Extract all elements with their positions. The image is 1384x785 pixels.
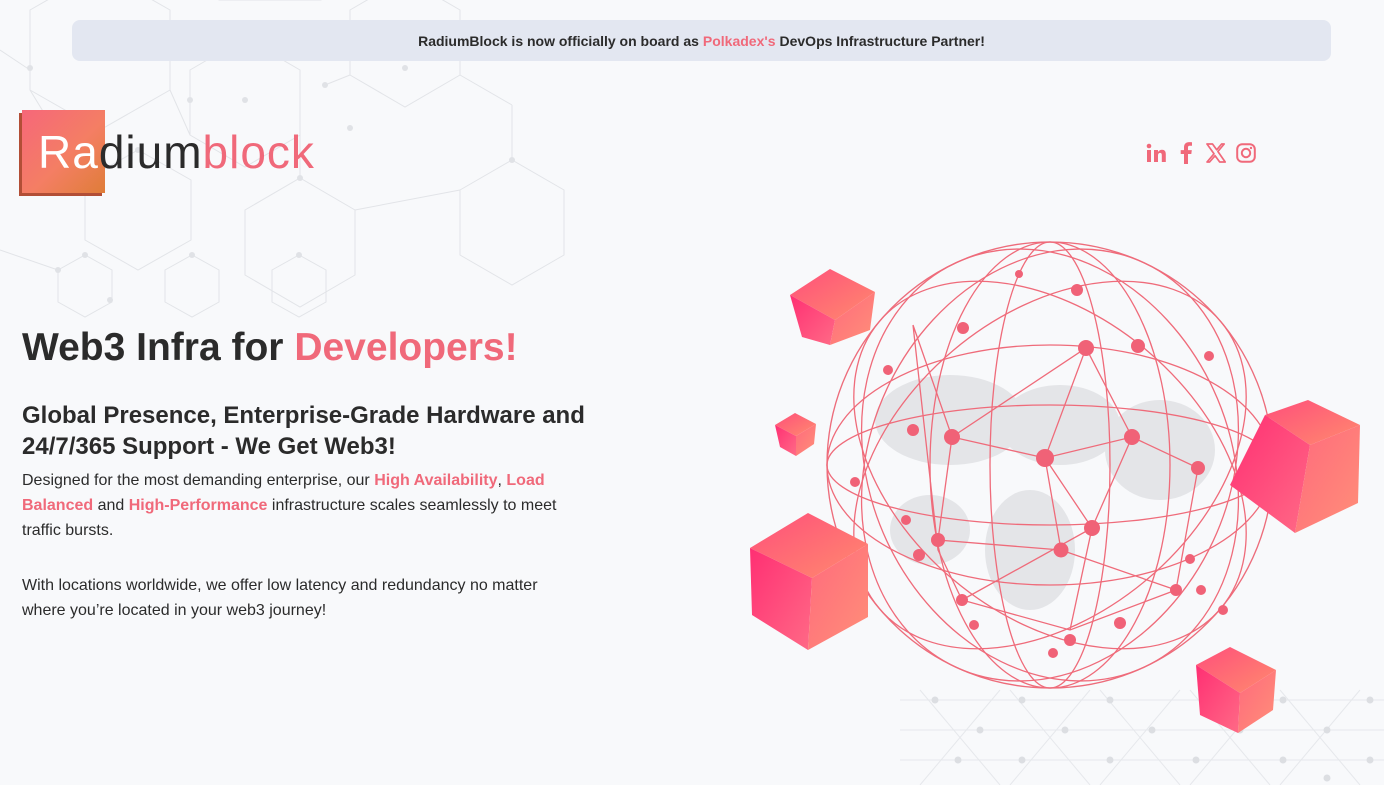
cube-bottom-right [1196, 647, 1276, 733]
social-links [1145, 141, 1257, 165]
facebook-icon[interactable] [1175, 141, 1197, 165]
cube-top-left [790, 269, 875, 345]
instagram-icon[interactable] [1235, 141, 1257, 165]
logo-part-block: block [202, 126, 315, 178]
logo-part-ra: Ra [38, 126, 99, 178]
cube-right [1230, 400, 1360, 533]
x-icon[interactable] [1205, 141, 1227, 165]
cube-small-left [775, 413, 816, 456]
desc-separator: , [497, 472, 502, 489]
desc-highlight-availability: High Availability [374, 472, 498, 489]
linkedin-icon[interactable] [1145, 141, 1167, 165]
desc-text-and: and [97, 497, 125, 514]
hero-title-prefix: Web3 Infra for [22, 326, 284, 369]
logo-part-dium: dium [98, 126, 203, 178]
banner-text-prefix: RadiumBlock is now officially on board a… [418, 32, 699, 49]
banner-text-suffix: DevOps Infrastructure Partner! [779, 32, 985, 49]
hero-locations-text: With locations worldwide, we offer low l… [22, 577, 538, 619]
world-map-dots [875, 375, 1215, 610]
logo-wordmark: Radiumblock [38, 124, 315, 180]
hero-description: Designed for the most demanding enterpri… [22, 468, 582, 543]
banner-polkadex-link[interactable]: Polkadex's [703, 33, 776, 49]
announcement-banner: RadiumBlock is now officially on board a… [72, 20, 1331, 61]
hero-subtitle: Global Presence, Enterprise-Grade Hardwa… [22, 402, 585, 460]
desc-highlight-performance: High-Performance [128, 497, 268, 514]
hero-title: Web3 Infra for Developers! [22, 326, 518, 370]
globe-illustration [750, 241, 1360, 733]
desc-text-a: Designed for the most demanding enterpri… [22, 472, 370, 489]
cube-bottom-left [750, 513, 868, 650]
hero-title-accent: Developers! [294, 326, 518, 369]
